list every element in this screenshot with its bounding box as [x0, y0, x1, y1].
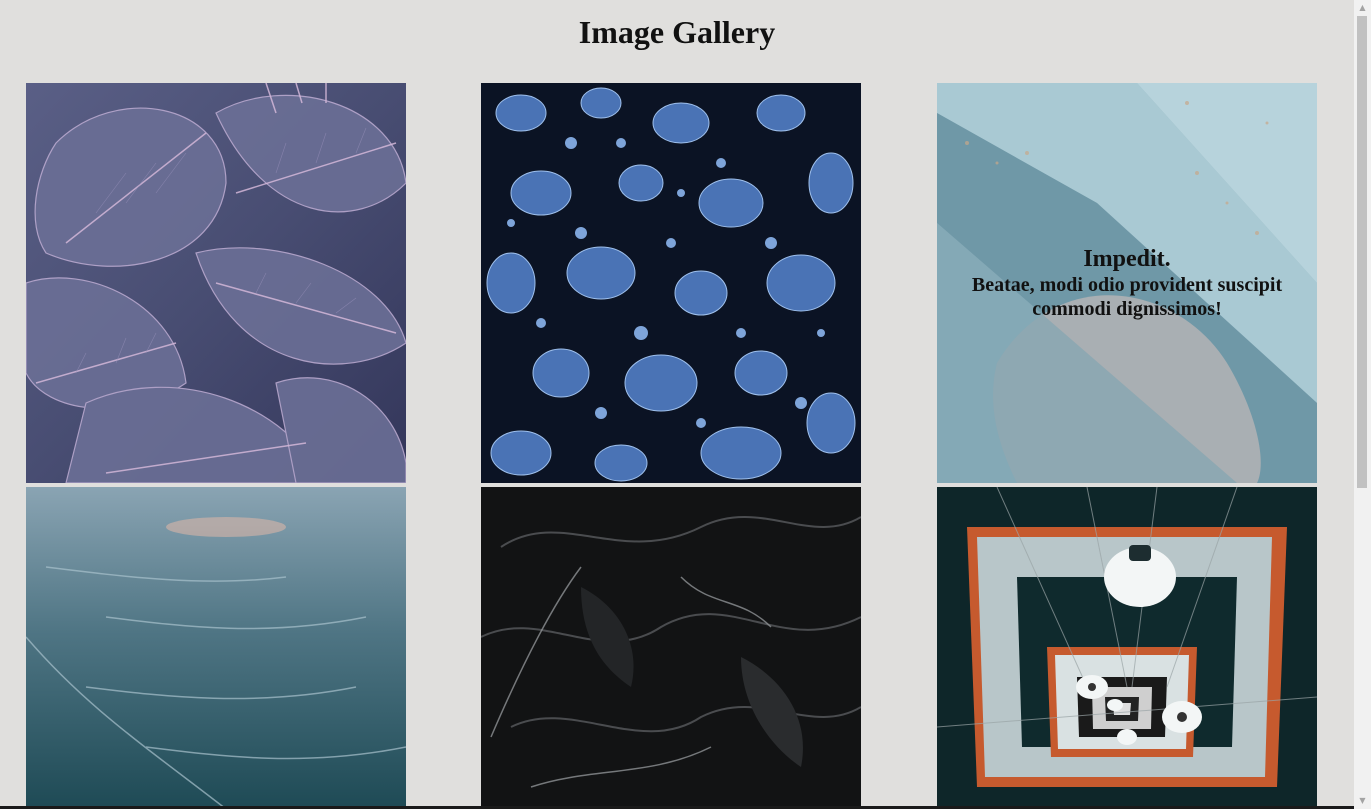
scrollbar-thumb[interactable]: [1357, 16, 1367, 488]
vertical-scrollbar[interactable]: ▲ ▼: [1354, 0, 1371, 809]
caption-title: Impedit.: [1083, 246, 1171, 272]
gallery-item-droplets[interactable]: [481, 83, 861, 483]
gallery-item-sea[interactable]: [26, 487, 406, 809]
water-droplets-image: [481, 83, 861, 483]
arrow-up-icon[interactable]: ▲: [1354, 0, 1371, 16]
spiral-stairwell-image: [937, 487, 1317, 809]
black-plastic-image: [481, 487, 861, 809]
arrow-down-icon[interactable]: ▼: [1354, 793, 1371, 809]
gallery-page: Image Gallery Impedit. Beatae, modi odio…: [0, 0, 1371, 809]
gallery-item-plastic[interactable]: [481, 487, 861, 809]
image-caption: Impedit. Beatae, modi odio provident sus…: [937, 83, 1317, 483]
page-title: Image Gallery: [578, 14, 776, 50]
monstera-leaves-image: [26, 83, 406, 483]
gallery-item-rock[interactable]: Impedit. Beatae, modi odio provident sus…: [937, 83, 1317, 483]
gallery-item-monstera[interactable]: [26, 83, 406, 483]
caption-text: Beatae, modi odio provident suscipit com…: [971, 274, 1283, 320]
gallery-item-stairwell[interactable]: [937, 487, 1317, 809]
sea-water-image: [26, 487, 406, 809]
